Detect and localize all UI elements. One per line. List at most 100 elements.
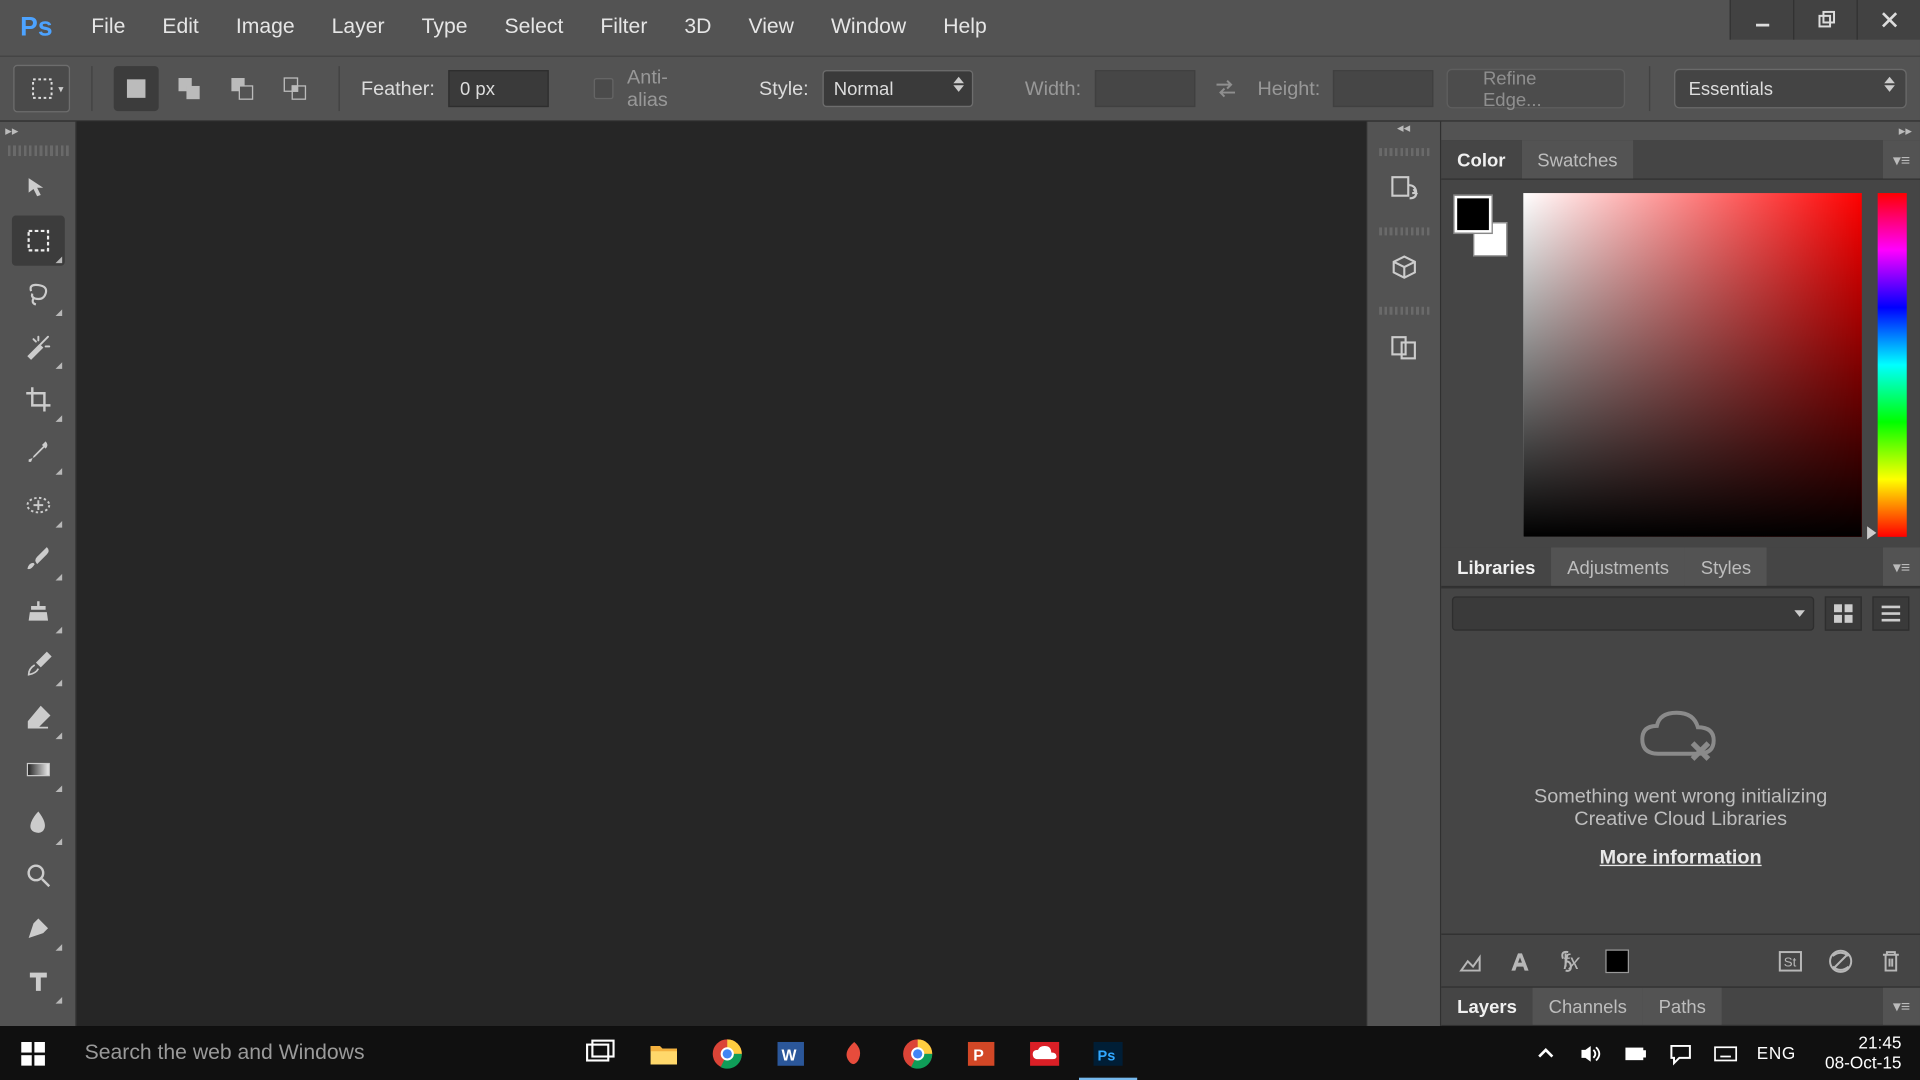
trash-icon[interactable]: [1875, 945, 1907, 977]
grip-icon[interactable]: [1378, 148, 1428, 156]
healing-brush-tool-icon[interactable]: [11, 480, 64, 530]
menu-view[interactable]: View: [730, 0, 812, 56]
chrome-icon[interactable]: [696, 1026, 759, 1080]
eraser-tool-icon[interactable]: [11, 692, 64, 742]
menu-layer[interactable]: Layer: [313, 0, 403, 56]
add-character-style-icon[interactable]: [1505, 945, 1537, 977]
tab-adjustments[interactable]: Adjustments: [1551, 547, 1685, 585]
panel-menu-icon[interactable]: ▾≡: [1883, 547, 1920, 585]
lasso-tool-icon[interactable]: [11, 268, 64, 318]
sync-disabled-icon[interactable]: [1825, 945, 1857, 977]
chrome-icon-2[interactable]: [886, 1026, 949, 1080]
workspace-select[interactable]: Essentials: [1674, 69, 1907, 109]
svg-text:Ps: Ps: [1098, 1048, 1116, 1064]
grid-view-icon[interactable]: [1825, 596, 1862, 630]
clone-stamp-tool-icon[interactable]: [11, 586, 64, 636]
app-icon[interactable]: [822, 1026, 885, 1080]
selection-new-icon[interactable]: [114, 66, 159, 111]
menu-edit[interactable]: Edit: [144, 0, 217, 56]
tab-color[interactable]: Color: [1441, 140, 1521, 178]
zoom-tool-icon[interactable]: [11, 850, 64, 900]
grip-icon[interactable]: [1378, 307, 1428, 315]
selection-intersect-icon[interactable]: [272, 66, 317, 111]
close-button[interactable]: [1857, 0, 1920, 40]
libraries-footer: fx St: [1441, 934, 1920, 987]
tab-libraries[interactable]: Libraries: [1441, 547, 1551, 585]
search-input[interactable]: Search the web and Windows: [66, 1026, 568, 1080]
menu-window[interactable]: Window: [812, 0, 924, 56]
start-button[interactable]: [0, 1026, 66, 1080]
blur-tool-icon[interactable]: [11, 797, 64, 847]
add-color-icon[interactable]: [1605, 949, 1629, 973]
menu-help[interactable]: Help: [925, 0, 1006, 56]
action-center-icon[interactable]: [1667, 1040, 1693, 1066]
creative-cloud-icon[interactable]: [1013, 1026, 1076, 1080]
menu-file[interactable]: File: [73, 0, 144, 56]
dock-collapse-icon[interactable]: ◂◂: [1367, 122, 1440, 141]
history-panel-icon[interactable]: [1377, 161, 1430, 214]
pen-tool-icon[interactable]: [11, 903, 64, 953]
feather-input[interactable]: [448, 70, 548, 107]
menu-image[interactable]: Image: [217, 0, 313, 56]
panels-collapse-icon[interactable]: ▸▸: [1441, 122, 1920, 141]
crop-tool-icon[interactable]: [11, 374, 64, 424]
tab-channels[interactable]: Channels: [1533, 988, 1643, 1025]
stock-icon[interactable]: St: [1775, 945, 1807, 977]
history-brush-tool-icon[interactable]: [11, 639, 64, 689]
tab-styles[interactable]: Styles: [1685, 547, 1767, 585]
foreground-background-swatch[interactable]: [1455, 196, 1508, 257]
marquee-tool-icon[interactable]: [11, 216, 64, 266]
brush-tool-icon[interactable]: [11, 533, 64, 583]
tray-overflow-icon[interactable]: [1532, 1040, 1558, 1066]
list-view-icon[interactable]: [1872, 596, 1909, 630]
menu-3d[interactable]: 3D: [666, 0, 730, 56]
tab-layers[interactable]: Layers: [1441, 988, 1532, 1025]
menu-filter[interactable]: Filter: [582, 0, 666, 56]
tools-expand-icon[interactable]: ▸▸: [0, 124, 75, 140]
volume-icon[interactable]: [1577, 1040, 1603, 1066]
gradient-tool-icon[interactable]: [11, 744, 64, 794]
word-icon[interactable]: W: [759, 1026, 822, 1080]
file-explorer-icon[interactable]: [632, 1026, 695, 1080]
menu-select[interactable]: Select: [486, 0, 582, 56]
color-field[interactable]: [1523, 193, 1862, 537]
grip-icon[interactable]: [1378, 227, 1428, 235]
eyedropper-tool-icon[interactable]: [11, 427, 64, 477]
hue-indicator-icon: [1867, 526, 1876, 539]
style-select[interactable]: Normal: [822, 70, 973, 107]
panel-menu-icon[interactable]: ▾≡: [1883, 988, 1920, 1025]
keyboard-icon[interactable]: [1712, 1040, 1738, 1066]
foreground-color-swatch[interactable]: [1455, 196, 1492, 233]
tab-paths[interactable]: Paths: [1643, 988, 1722, 1025]
clock[interactable]: 21:45 08-Oct-15: [1814, 1034, 1912, 1072]
photoshop-taskbar-icon[interactable]: Ps: [1076, 1026, 1139, 1080]
panel-menu-icon[interactable]: ▾≡: [1883, 140, 1920, 178]
task-view-icon[interactable]: [569, 1026, 632, 1080]
selection-subtract-icon[interactable]: [220, 66, 265, 111]
grip-icon[interactable]: [7, 145, 68, 156]
library-error-text: Something went wrong initializingCreativ…: [1534, 785, 1827, 830]
add-layer-style-icon[interactable]: fx: [1555, 945, 1587, 977]
selection-add-icon[interactable]: [167, 66, 212, 111]
language-indicator[interactable]: ENG: [1757, 1043, 1796, 1063]
3d-panel-icon[interactable]: [1377, 241, 1430, 294]
minimize-button[interactable]: [1730, 0, 1793, 40]
type-tool-icon[interactable]: [11, 956, 64, 1006]
hue-slider[interactable]: [1878, 193, 1907, 537]
properties-panel-icon[interactable]: [1377, 320, 1430, 373]
tools-panel: ▸▸: [0, 122, 77, 1026]
battery-icon[interactable]: [1622, 1040, 1648, 1066]
more-information-link[interactable]: More information: [1600, 846, 1762, 868]
library-select[interactable]: [1452, 596, 1814, 630]
menu-type[interactable]: Type: [403, 0, 486, 56]
svg-text:fx: fx: [1563, 951, 1581, 974]
canvas-area[interactable]: [77, 122, 1368, 1026]
collapsed-dock: ◂◂: [1367, 122, 1441, 1026]
magic-wand-tool-icon[interactable]: [11, 321, 64, 371]
maximize-button[interactable]: [1793, 0, 1856, 40]
tab-swatches[interactable]: Swatches: [1521, 140, 1633, 178]
add-graphic-icon[interactable]: [1455, 945, 1487, 977]
powerpoint-icon[interactable]: P: [949, 1026, 1012, 1080]
move-tool-icon[interactable]: [11, 163, 64, 213]
tool-preset-picker[interactable]: [13, 65, 70, 113]
